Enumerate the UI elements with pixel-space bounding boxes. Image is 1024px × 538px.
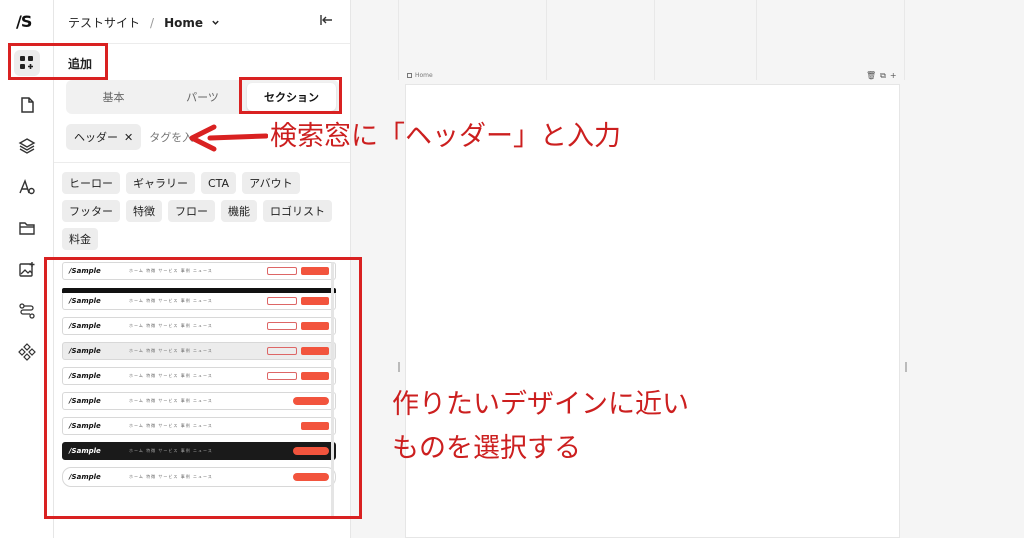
assets-button[interactable] xyxy=(14,215,40,241)
tag-footer[interactable]: フッター xyxy=(62,200,120,222)
tab-parts[interactable]: パーツ xyxy=(158,83,247,111)
select-instruction-line-1: 作りたいデザインに近い xyxy=(392,389,689,420)
tag-list: ヒーロー ギャラリー CTA アバウト フッター 特徴 フロー 機能 ロゴリスト… xyxy=(62,172,347,250)
folder-icon xyxy=(19,222,35,235)
images-button[interactable] xyxy=(14,257,40,283)
breadcrumb-separator: / xyxy=(150,15,155,30)
typography-button[interactable] xyxy=(14,174,40,200)
remove-tag-icon[interactable]: ✕ xyxy=(124,131,133,144)
highlight-sections-tab xyxy=(239,77,342,114)
tab-basic[interactable]: 基本 xyxy=(69,83,158,111)
app-window: /S テストサイト / Home 追加 基本 パーツ セクション ヘッダー ✕ … xyxy=(0,0,1024,538)
flow-icon xyxy=(19,303,35,319)
frame-toolbar: 🗑︎ ⧉ + xyxy=(866,71,897,81)
frame-resize-handle-left[interactable] xyxy=(398,362,400,372)
active-tag-label: ヘッダー xyxy=(74,131,118,144)
collapse-panel-icon[interactable] xyxy=(320,13,334,27)
search-divider xyxy=(54,162,350,163)
active-tag-chip: ヘッダー ✕ xyxy=(66,124,142,150)
frame-name: Home xyxy=(415,72,433,79)
tag-pricing[interactable]: 料金 xyxy=(62,228,98,250)
components-icon xyxy=(18,343,36,361)
site-name[interactable]: テストサイト xyxy=(68,14,140,31)
annotation-arrow-icon xyxy=(189,124,268,152)
components-button[interactable] xyxy=(14,339,40,365)
duplicate-icon[interactable]: ⧉ xyxy=(880,71,886,81)
breadcrumb: テストサイト / Home xyxy=(68,14,220,31)
select-instruction-line-2: ものを選択する xyxy=(392,433,581,464)
tag-gallery[interactable]: ギャラリー xyxy=(126,172,195,194)
layers-icon xyxy=(18,138,36,154)
image-add-icon xyxy=(19,262,35,277)
app-logo: /S xyxy=(16,12,32,31)
page-icon xyxy=(21,97,34,113)
plus-icon[interactable]: + xyxy=(890,71,897,81)
highlight-thumbnails xyxy=(44,257,362,519)
tag-functions[interactable]: 機能 xyxy=(221,200,257,222)
tag-logo-list[interactable]: ロゴリスト xyxy=(263,200,332,222)
delete-icon[interactable]: 🗑︎ xyxy=(866,71,876,81)
search-instruction: 検索窓に「ヘッダー」と入力 xyxy=(270,121,621,152)
page-name: Home xyxy=(164,15,203,30)
frame-label[interactable]: Home xyxy=(407,72,433,79)
chevron-down-icon xyxy=(212,20,219,25)
tag-flow[interactable]: フロー xyxy=(168,200,215,222)
highlight-add xyxy=(8,43,108,80)
typography-icon xyxy=(19,179,35,195)
flow-button[interactable] xyxy=(14,298,40,324)
tag-features[interactable]: 特徴 xyxy=(126,200,162,222)
page-selector[interactable]: Home xyxy=(164,16,220,30)
frame-resize-handle-right[interactable] xyxy=(905,362,907,372)
tag-about[interactable]: アバウト xyxy=(242,172,300,194)
frame-icon xyxy=(407,73,412,78)
pages-button[interactable] xyxy=(14,92,40,118)
tag-cta[interactable]: CTA xyxy=(201,172,237,194)
tag-hero[interactable]: ヒーロー xyxy=(62,172,120,194)
layers-button[interactable] xyxy=(14,133,40,159)
